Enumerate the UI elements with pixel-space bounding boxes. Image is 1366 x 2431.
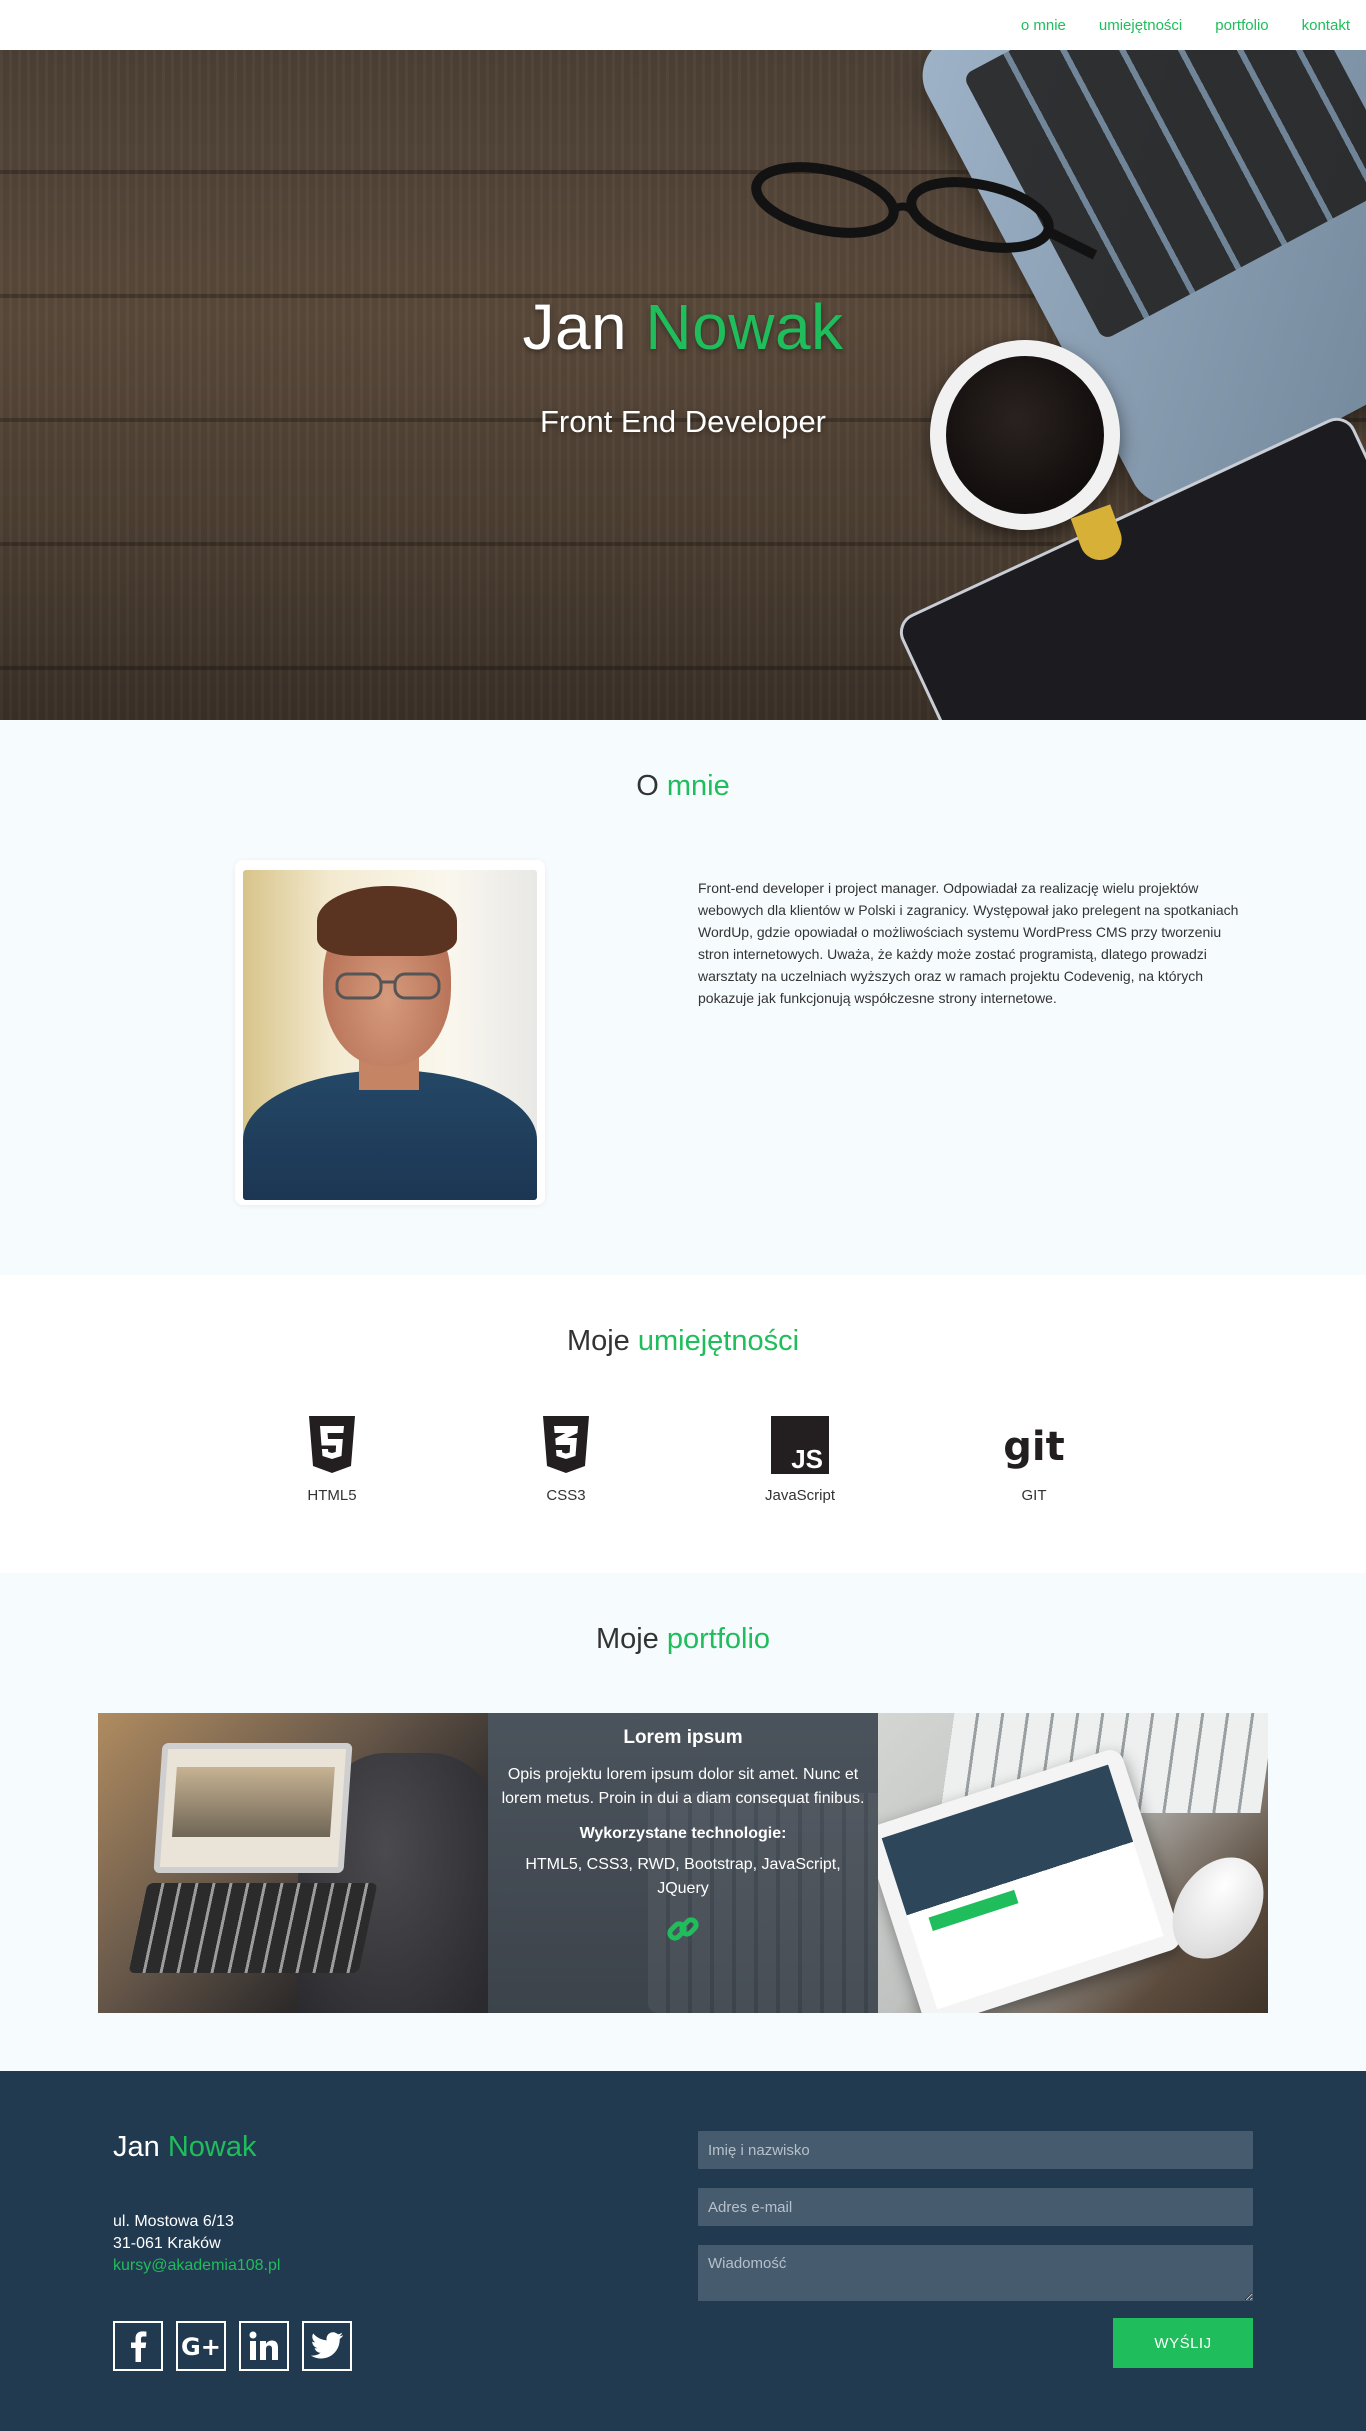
email-link[interactable]: kursy@akademia108.pl (113, 2257, 280, 2274)
hero-glasses-image (751, 162, 1098, 260)
profile-photo (243, 870, 537, 1200)
skill-css3: CSS3 (506, 1415, 626, 1504)
profile-photo-frame (235, 860, 545, 1205)
portfolio-tile-2[interactable]: Lorem ipsum Opis projektu lorem ipsum do… (488, 1713, 878, 2013)
footer: Jan Nowak ul. Mostowa 6/13 31-061 Kraków… (0, 2071, 1366, 2431)
hero-subtitle: Front End Developer (539, 404, 827, 439)
skills-section: Moje umiejętności HTML5 CSS3 JS JavaScri… (0, 1275, 1366, 1573)
project-tech: HTML5, CSS3, RWD, Bootstrap, JavaScript,… (525, 1856, 841, 1897)
project-description: Opis projektu lorem ipsum dolor sit amet… (501, 1766, 865, 1807)
skills-title: Moje umiejętności (566, 1325, 800, 1357)
skill-git: git GIT (974, 1415, 1094, 1504)
portfolio-grid: Lorem ipsum Opis projektu lorem ipsum do… (98, 1713, 1268, 2013)
portfolio-title: Moje portfolio (595, 1623, 771, 1655)
address: ul. Mostowa 6/13 31-061 Kraków kursy@aka… (113, 2211, 280, 2277)
svg-text:JS: JS (791, 1444, 823, 1474)
nav-link-kontakt[interactable]: kontakt (1302, 17, 1350, 34)
linkedin-icon[interactable] (239, 2321, 289, 2371)
top-nav: o mnie umiejętności portfolio kontakt (0, 0, 1366, 50)
twitter-icon[interactable] (302, 2321, 352, 2371)
portfolio-tile-3[interactable] (878, 1713, 1268, 2013)
message-field[interactable] (698, 2245, 1253, 2301)
svg-text:git: git (1003, 1424, 1064, 1470)
footer-name: Jan Nowak (113, 2131, 257, 2163)
skill-label: JavaScript (764, 1487, 836, 1504)
hero-section: Jan Nowak Front End Developer (0, 50, 1366, 720)
project-title: Lorem ipsum (623, 1727, 743, 1748)
hero-name: Jan Nowak (522, 291, 844, 363)
about-description: Front-end developer i project manager. O… (698, 880, 1239, 1006)
git-icon: git (974, 1415, 1094, 1475)
social-links: G+ (113, 2321, 365, 2371)
skill-label: CSS3 (546, 1487, 586, 1504)
nav-link-o-mnie[interactable]: o mnie (1021, 17, 1066, 34)
portfolio-section: Moje portfolio Lorem ipsum Opis projektu… (0, 1573, 1366, 2071)
svg-text:G+: G+ (181, 2333, 221, 2359)
facebook-icon[interactable] (113, 2321, 163, 2371)
skill-label: GIT (1021, 1487, 1047, 1504)
javascript-icon: JS (740, 1415, 860, 1475)
link-icon[interactable] (500, 1911, 866, 1947)
about-title: O mnie (636, 770, 730, 802)
email-field[interactable] (698, 2188, 1253, 2226)
nav-link-umiejetnosci[interactable]: umiejętności (1099, 17, 1182, 34)
html5-icon (272, 1415, 392, 1475)
project-tech-label: Wykorzystane technologie: (579, 1825, 787, 1842)
name-field[interactable] (698, 2131, 1253, 2169)
contact-form: WYŚLIJ (698, 2131, 1253, 2368)
address-city: 31-061 Kraków (113, 2235, 221, 2252)
google-plus-icon[interactable]: G+ (176, 2321, 226, 2371)
send-button[interactable]: WYŚLIJ (1113, 2318, 1253, 2368)
portfolio-tile-1[interactable] (98, 1713, 488, 2013)
portfolio-overlay: Lorem ipsum Opis projektu lorem ipsum do… (488, 1713, 878, 2013)
nav-link-portfolio[interactable]: portfolio (1215, 17, 1268, 34)
about-section: O mnie Front-end developer i project man… (0, 720, 1366, 1275)
skill-html5: HTML5 (272, 1415, 392, 1504)
skill-label: HTML5 (307, 1487, 357, 1504)
css3-icon (506, 1415, 626, 1475)
address-street: ul. Mostowa 6/13 (113, 2213, 234, 2230)
skill-javascript: JS JavaScript (740, 1415, 860, 1504)
